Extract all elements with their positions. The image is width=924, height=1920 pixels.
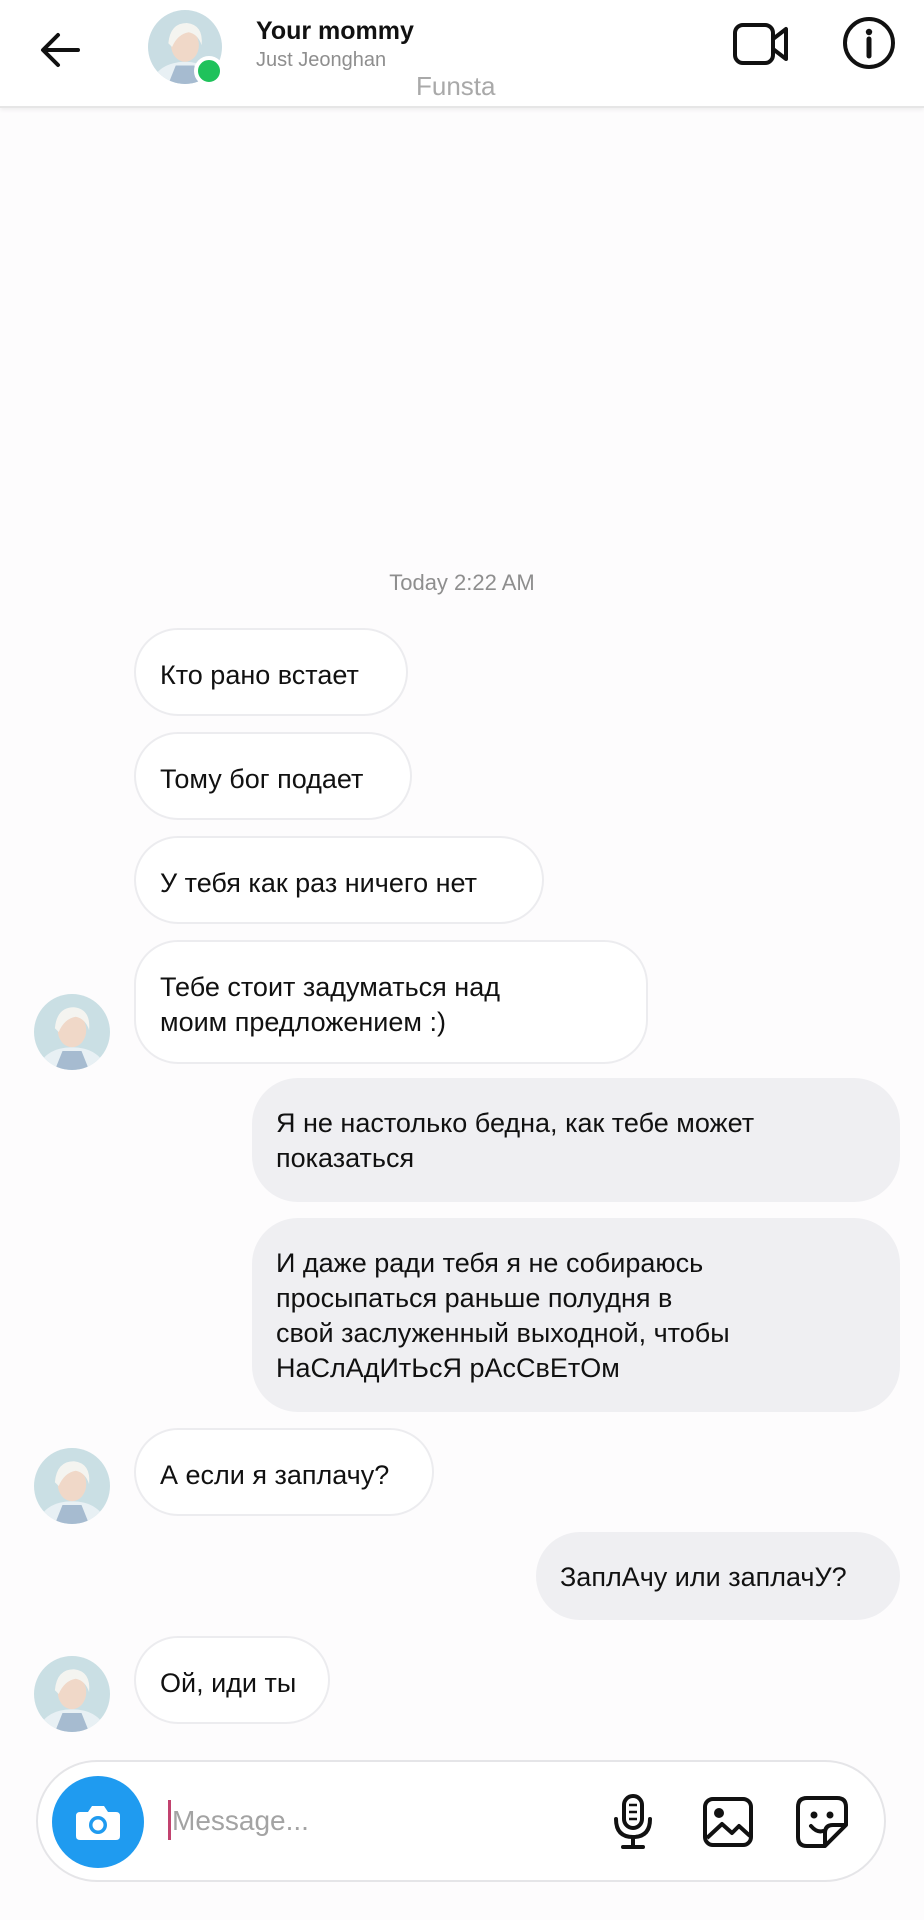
message-bubble-outgoing[interactable]: ЗаплАчу или заплачУ? (536, 1532, 900, 1620)
message-text-line: Тебе стоит задуматься над (160, 972, 500, 1002)
message-text-line: И даже ради тебя я не собираюсь (276, 1248, 704, 1278)
message-text-line: показаться (276, 1143, 415, 1173)
info-button[interactable] (840, 14, 898, 72)
video-camera-icon (733, 23, 788, 65)
avatar-image (34, 1656, 110, 1732)
sticker-icon (796, 1796, 848, 1848)
text-caret (168, 1800, 171, 1840)
message-text-line: Я не настолько бедна, как тебе может (276, 1108, 755, 1138)
gallery-icon (703, 1797, 753, 1847)
chat-title: Your mommy (256, 17, 414, 45)
back-button[interactable] (30, 20, 90, 80)
message-text-line: моим предложением :) (160, 1007, 446, 1037)
message-text: А если я заплачу? (160, 1460, 390, 1490)
arrow-left-icon (41, 33, 80, 67)
message-text-line: просыпаться раньше полудня в (276, 1283, 673, 1313)
sender-avatar[interactable] (34, 1656, 110, 1732)
message-text: Тому бог подает (160, 764, 364, 794)
avatar-image (34, 1448, 110, 1524)
camera-icon (76, 1806, 120, 1840)
message-bubble-incoming[interactable]: Тебе стоит задуматься над моим предложен… (134, 940, 648, 1064)
message-text-line: НаСлАдИтЬсЯ рАсСвЕтОм (276, 1353, 620, 1383)
message-bubble-outgoing[interactable]: Я не настолько бедна, как тебе может пок… (252, 1078, 900, 1202)
info-icon (843, 17, 895, 69)
message-text: ЗаплАчу или заплачУ? (560, 1562, 847, 1592)
message-bubble-incoming[interactable]: А если я заплачу? (134, 1428, 434, 1516)
overlay-label: Funsta (416, 71, 496, 101)
message-bubble-incoming[interactable]: Кто рано встает (134, 628, 408, 716)
message-input[interactable] (166, 1792, 492, 1850)
online-status-dot (194, 56, 224, 86)
chat-title-block[interactable]: Your mommy Just Jeonghan (256, 15, 414, 73)
message-text-line: свой заслуженный выходной, чтобы (276, 1318, 730, 1348)
voice-message-button[interactable] (604, 1790, 662, 1854)
avatar-image (34, 994, 110, 1070)
message-bubble-outgoing[interactable]: И даже ради тебя я не собираюсь просыпат… (252, 1218, 900, 1412)
message-bubble-incoming[interactable]: Ой, иди ты (134, 1636, 330, 1724)
camera-button[interactable] (52, 1776, 144, 1868)
microphone-icon (614, 1794, 652, 1849)
message-bubble-incoming[interactable]: У тебя как раз ничего нет (134, 836, 544, 924)
message-text: Кто рано встает (160, 660, 359, 690)
sender-avatar[interactable] (34, 994, 110, 1070)
message-text: У тебя как раз ничего нет (160, 868, 478, 898)
profile-avatar[interactable] (148, 10, 224, 86)
conversation-timestamp: Today 2:22 AM (389, 570, 535, 595)
sticker-button[interactable] (792, 1792, 852, 1852)
chat-subtitle: Just Jeonghan (256, 49, 387, 71)
message-composer (36, 1760, 886, 1882)
gallery-button[interactable] (698, 1792, 758, 1852)
video-call-button[interactable] (730, 16, 792, 72)
message-text: Ой, иди ты (160, 1668, 297, 1698)
sender-avatar[interactable] (34, 1448, 110, 1524)
message-bubble-incoming[interactable]: Тому бог подает (134, 732, 412, 820)
